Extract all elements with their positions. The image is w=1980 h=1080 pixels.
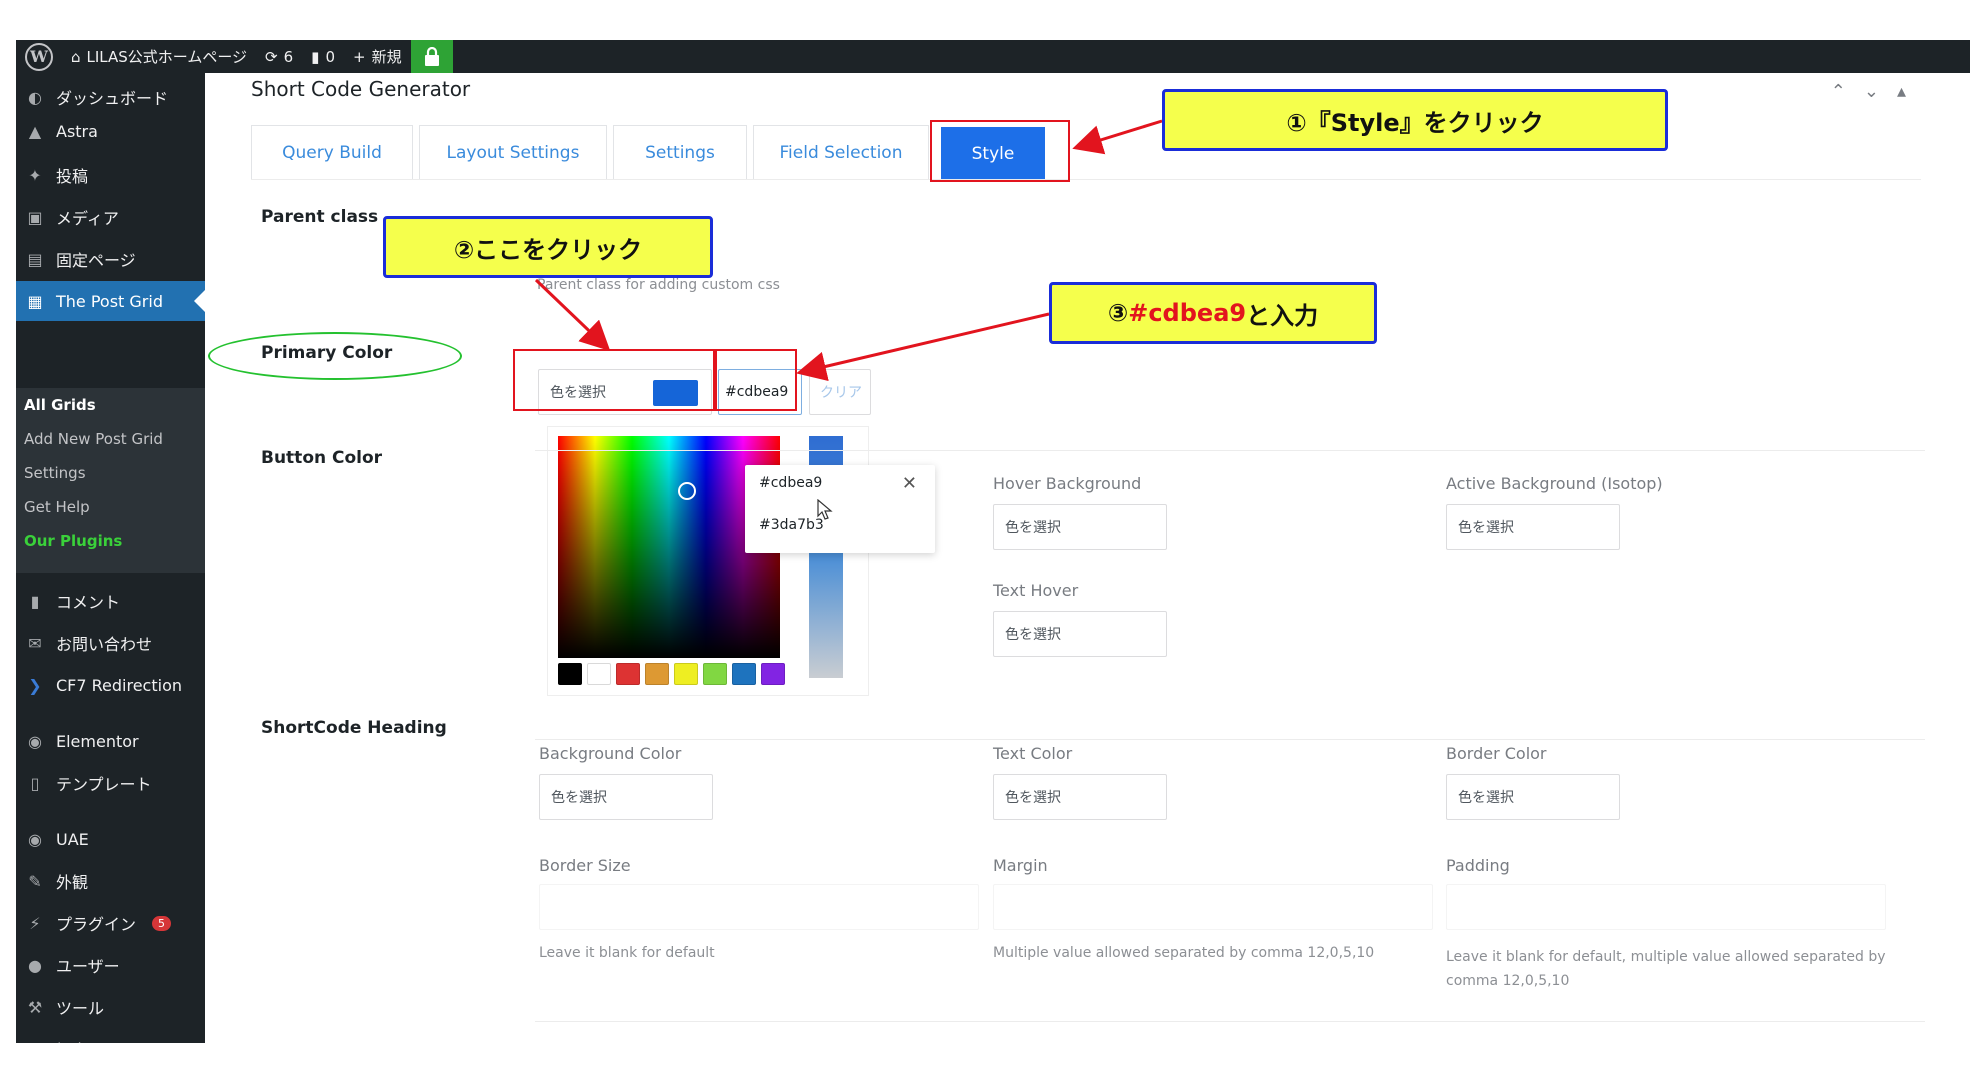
screenshot-frame: W ⌂ LILAS公式ホームページ ⟳ 6 ▮ 0 + 新規 ◐ ダッシュボード… — [16, 40, 1970, 1043]
annotation-step-2: ②ここをクリック — [383, 216, 713, 278]
annotation-step-1-text: ①『Style』をクリック — [1286, 108, 1544, 137]
annotation-step-3-value: #cdbea9 — [1128, 299, 1247, 327]
annotation-step-3-prefix: ③ — [1107, 299, 1129, 327]
annotation-arrows — [534, 119, 1163, 382]
annotation-step-3-suffix: と入力 — [1246, 301, 1319, 330]
annotation-step-3: ③ #cdbea9 と入力 — [1049, 282, 1377, 344]
annotation-step-2-text: ②ここをクリック — [453, 235, 643, 264]
annotation-step-1: ①『Style』をクリック — [1162, 89, 1668, 151]
